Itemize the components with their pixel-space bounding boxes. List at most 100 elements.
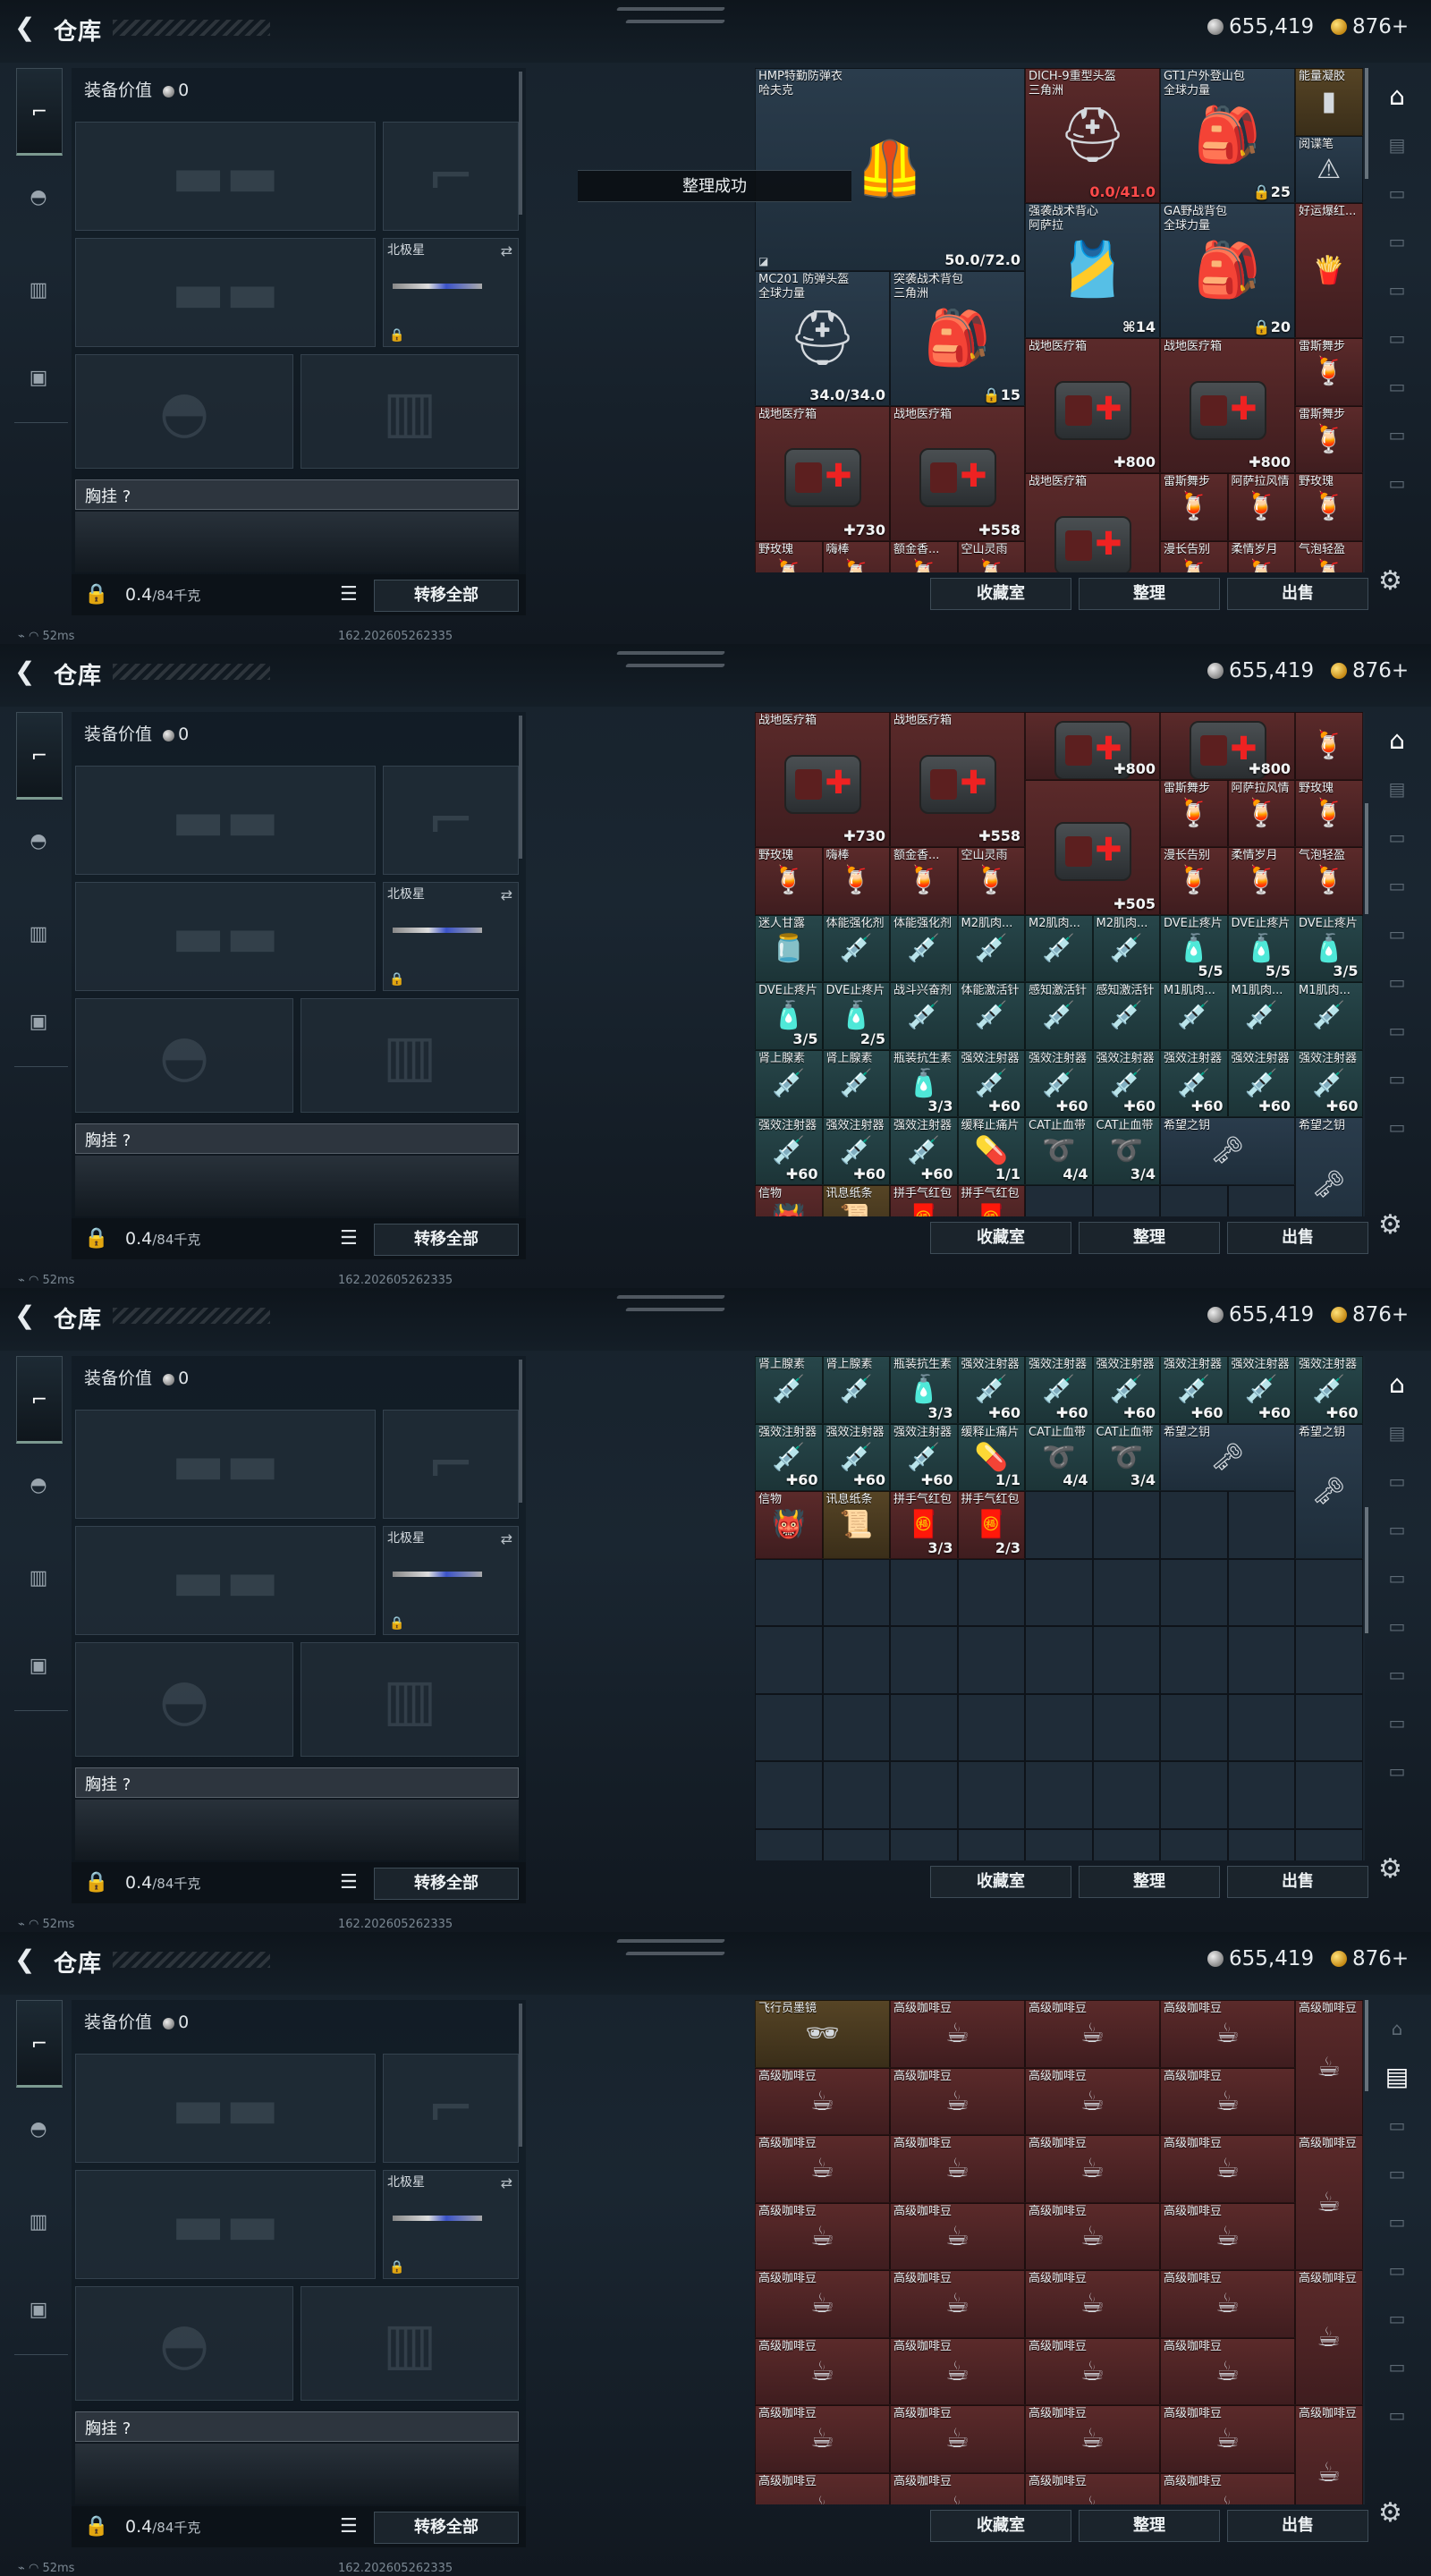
inventory-item[interactable]: ☕高级咖啡豆 bbox=[755, 2472, 890, 2504]
inventory-item[interactable]: 💉 M1肌肉... bbox=[1160, 982, 1228, 1050]
empty-slot[interactable] bbox=[1295, 1693, 1363, 1761]
inventory-item[interactable]: 🧧拼手气红包 bbox=[957, 1184, 1025, 1216]
inventory-item[interactable]: 💉 强效注射器 ✚60 bbox=[957, 1356, 1025, 1424]
inventory-item[interactable]: 💊 缓释止痛片 1/1 bbox=[957, 1117, 1025, 1185]
scroll-thumb[interactable] bbox=[1365, 68, 1368, 180]
inventory-item[interactable]: ☕高级咖啡豆 bbox=[1160, 2000, 1295, 2068]
chest-rig-slot[interactable] bbox=[75, 512, 519, 572]
vest-icon[interactable]: ▥ bbox=[20, 272, 57, 309]
secondary-weapon-slot[interactable]: ▬▬ bbox=[75, 238, 376, 347]
scroll-thumb[interactable] bbox=[1365, 2000, 1368, 2091]
inventory-item[interactable]: 💉 强效注射器 ✚60 bbox=[890, 1117, 958, 1185]
empty-slot[interactable] bbox=[1092, 1828, 1160, 1860]
tv-icon[interactable]: ▭ bbox=[1377, 1705, 1417, 1741]
secondary-weapon-slot[interactable]: ▬▬ bbox=[75, 1526, 376, 1635]
empty-slot[interactable] bbox=[1227, 1184, 1295, 1216]
inventory-item[interactable]: 🍹 阿萨拉风情 bbox=[1227, 779, 1295, 847]
silver-currency[interactable]: 655,419 bbox=[1207, 1302, 1314, 1327]
empty-slot[interactable] bbox=[890, 1828, 958, 1860]
inventory-item[interactable]: 💉 强效注射器 ✚60 bbox=[755, 1117, 823, 1185]
inventory-item[interactable]: ☕高级咖啡豆 bbox=[890, 2000, 1025, 2068]
helmet-icon[interactable]: ◓ bbox=[20, 179, 57, 216]
inventory-item[interactable]: 🧧 拼手气红包 3/3 bbox=[890, 1491, 958, 1559]
inventory-item[interactable]: ☕高级咖啡豆 bbox=[755, 2270, 890, 2338]
inventory-item[interactable]: 💉 强效注射器 ✚60 bbox=[1295, 1356, 1363, 1424]
inventory-item[interactable]: 🧧拼手气红包 bbox=[890, 1184, 958, 1216]
helmet-slot[interactable]: ◓ bbox=[75, 354, 293, 469]
empty-slot[interactable] bbox=[1092, 1693, 1160, 1761]
chest-rig-header[interactable]: 胸挂 ? bbox=[75, 2411, 519, 2442]
inventory-item[interactable]: ☕高级咖啡豆 bbox=[1025, 2067, 1160, 2135]
list-icon[interactable]: ☰ bbox=[340, 2515, 358, 2538]
inventory-item[interactable]: ☕高级咖啡豆 bbox=[1160, 2270, 1295, 2338]
empty-slot[interactable] bbox=[822, 1626, 890, 1694]
inventory-item[interactable]: 💉 强效注射器 ✚60 bbox=[822, 1423, 890, 1491]
primary-weapon-slot[interactable]: ▬▬ bbox=[75, 122, 376, 231]
empty-slot[interactable] bbox=[1160, 1558, 1228, 1626]
melee-slot[interactable]: 北极星 ⇄ 🔒 bbox=[383, 1526, 519, 1635]
inventory-item[interactable]: ⛑ DICH-9重型头盔 三角洲 0.0/41.0 bbox=[1025, 68, 1160, 203]
inventory-item[interactable]: 🍹 雷斯舞步 bbox=[1160, 779, 1228, 847]
inventory-scrollbar[interactable] bbox=[1365, 68, 1368, 572]
tv-icon[interactable]: ▭ bbox=[1377, 2204, 1417, 2240]
tv-icon[interactable]: ▭ bbox=[1377, 868, 1417, 903]
inventory-item[interactable]: 💉 强效注射器 ✚60 bbox=[1092, 1356, 1160, 1424]
inventory-item[interactable]: 战地医疗箱 ✚800 bbox=[1160, 338, 1295, 473]
tv-icon[interactable]: ▭ bbox=[1377, 272, 1417, 308]
inventory-item[interactable]: ☕高级咖啡豆 bbox=[890, 2472, 1025, 2504]
inventory-item[interactable]: 🍟 好运爆红... bbox=[1295, 203, 1363, 338]
empty-slot[interactable] bbox=[957, 1626, 1025, 1694]
camera-icon[interactable]: ▭ bbox=[1377, 2252, 1417, 2288]
sort-button[interactable]: 整理 bbox=[1079, 578, 1220, 610]
collection-room-button[interactable]: 收藏室 bbox=[930, 1222, 1071, 1254]
empty-slot[interactable] bbox=[1160, 1491, 1228, 1559]
inventory-item[interactable]: ☕高级咖啡豆 bbox=[1295, 2270, 1363, 2405]
empty-slot[interactable] bbox=[1295, 1558, 1363, 1626]
crate-icon[interactable]: ▤ bbox=[1377, 771, 1417, 807]
inventory-item[interactable]: 👹 信物 bbox=[755, 1491, 823, 1559]
inventory-item[interactable]: 💉 肾上腺素 bbox=[755, 1049, 823, 1117]
collection-room-button[interactable]: 收藏室 bbox=[930, 2510, 1071, 2542]
empty-slot[interactable] bbox=[957, 1761, 1025, 1829]
tv-icon[interactable]: ▭ bbox=[1377, 1061, 1417, 1097]
empty-slot[interactable] bbox=[1227, 1626, 1295, 1694]
warehouse-icon[interactable]: ⌂ bbox=[1377, 79, 1417, 114]
inventory-item[interactable]: 💉 强效注射器 ✚60 bbox=[1227, 1049, 1295, 1117]
empty-slot[interactable] bbox=[755, 1626, 823, 1694]
inventory-scrollbar[interactable] bbox=[1365, 1356, 1368, 1860]
empty-slot[interactable] bbox=[1295, 1626, 1363, 1694]
inventory-item[interactable]: ⚠ 阅谍笔 bbox=[1295, 135, 1363, 203]
inventory-item[interactable]: ✚800 bbox=[1025, 712, 1160, 780]
inventory-item[interactable]: 🎽 强袭战术背心 阿萨拉 ⌘14 bbox=[1025, 203, 1160, 338]
inventory-item[interactable]: 💉 战斗兴奋剂 bbox=[890, 982, 958, 1050]
collection-room-button[interactable]: 收藏室 bbox=[930, 1866, 1071, 1898]
inventory-item[interactable]: ✚800 bbox=[1160, 712, 1295, 780]
inventory-item[interactable]: 🧴 DVE止疼片 3/5 bbox=[1295, 914, 1363, 982]
swap-icon[interactable]: ⇄ bbox=[501, 2174, 512, 2191]
inventory-item[interactable]: ☕高级咖啡豆 bbox=[1160, 2202, 1295, 2270]
pistol-slot[interactable]: ⌐ bbox=[383, 766, 519, 875]
tv-icon[interactable]: ▭ bbox=[1377, 2349, 1417, 2385]
empty-slot[interactable] bbox=[1092, 1491, 1160, 1559]
inventory-item[interactable]: 🍹嗨棒 bbox=[822, 540, 890, 572]
inventory-item[interactable]: ☕高级咖啡豆 bbox=[1025, 2405, 1160, 2473]
inventory-item[interactable]: 💉 强效注射器 ✚60 bbox=[1025, 1049, 1093, 1117]
inventory-item[interactable]: 战地医疗箱 ✚558 bbox=[890, 712, 1025, 847]
silver-currency[interactable]: 655,419 bbox=[1207, 658, 1314, 683]
inventory-item[interactable]: 🍹 野玫瑰 bbox=[755, 847, 823, 915]
backpack-icon[interactable]: ▣ bbox=[20, 1004, 57, 1041]
tv-icon[interactable]: ▭ bbox=[1377, 417, 1417, 453]
inventory-grid[interactable]: 🕶 飞行员墨镜 ☕ 高级咖啡豆 ☕ 高级咖啡豆 ☕ 高级咖啡豆 ☕ 高级咖啡豆 ☕ 高级咖啡豆 ☕ 高级咖… bbox=[755, 2000, 1365, 2504]
tv-icon[interactable]: ▭ bbox=[1377, 1512, 1417, 1547]
empty-slot[interactable] bbox=[1025, 1693, 1093, 1761]
inventory-item[interactable]: 💉 M1肌肉... bbox=[1227, 982, 1295, 1050]
scroll-thumb[interactable] bbox=[1365, 802, 1368, 914]
gold-currency[interactable]: 876+ bbox=[1331, 1302, 1409, 1327]
inventory-item[interactable]: 💉 M2肌肉... bbox=[957, 914, 1025, 982]
pistol-slot[interactable]: ⌐ bbox=[383, 2054, 519, 2163]
inventory-item[interactable]: 🍹 阿萨拉风情 bbox=[1227, 473, 1295, 541]
inventory-item[interactable]: 🧴 瓶装抗生素 3/3 bbox=[890, 1356, 958, 1424]
vest-icon[interactable]: ▥ bbox=[20, 1560, 57, 1597]
tv-icon[interactable]: ▭ bbox=[1377, 1560, 1417, 1596]
empty-slot[interactable] bbox=[1025, 1558, 1093, 1626]
